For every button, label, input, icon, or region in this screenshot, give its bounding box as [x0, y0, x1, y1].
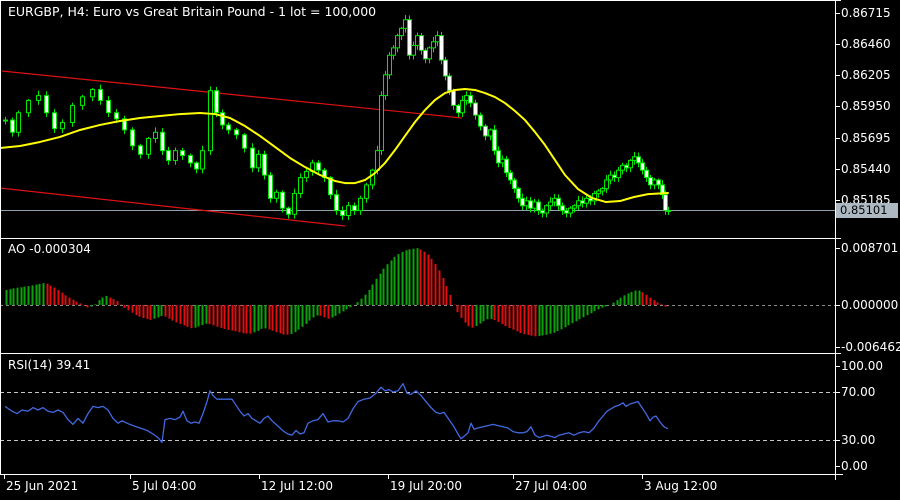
rsi-axis-label: 30.00 [841, 433, 876, 447]
rsi-indicator-label: RSI(14) 39.41 [8, 358, 91, 372]
price-axis-label: 0.85440 [841, 162, 891, 176]
time-axis-label: 12 Jul 12:00 [261, 479, 333, 493]
rsi-axis-label: 100.00 [841, 359, 883, 373]
time-axis-label: 5 Jul 04:00 [132, 479, 197, 493]
rsi-axis-label: 70.00 [841, 385, 876, 399]
price-axis-label: 0.86715 [841, 6, 891, 20]
price-axis-label: 0.85950 [841, 99, 891, 113]
chart-window: EURGBP, H4: Euro vs Great Britain Pound … [0, 0, 900, 500]
ao-axis-label: -0.006462 [841, 340, 900, 354]
bid-price-tag: 0.85101 [836, 202, 898, 218]
rsi-axis-label: 0.00 [841, 459, 868, 473]
main-chart-panel[interactable] [0, 0, 835, 238]
ao-indicator-label: AO -0.000304 [8, 242, 91, 256]
price-axis-label: 0.86460 [841, 37, 891, 51]
time-axis-label: 3 Aug 12:00 [644, 479, 718, 493]
time-axis-label: 19 Jul 20:00 [390, 479, 462, 493]
chart-title: EURGBP, H4: Euro vs Great Britain Pound … [8, 4, 377, 19]
price-axis-label: 0.85695 [841, 131, 891, 145]
time-axis-label: 25 Jun 2021 [6, 479, 79, 493]
rsi-indicator-panel[interactable] [0, 353, 835, 474]
ao-axis-label: 0.008701 [841, 241, 899, 255]
price-axis-label: 0.86205 [841, 68, 891, 82]
ao-axis-label: 0.000000 [841, 298, 899, 312]
time-axis-label: 27 Jul 04:00 [515, 479, 587, 493]
ao-indicator-panel[interactable] [0, 238, 835, 353]
